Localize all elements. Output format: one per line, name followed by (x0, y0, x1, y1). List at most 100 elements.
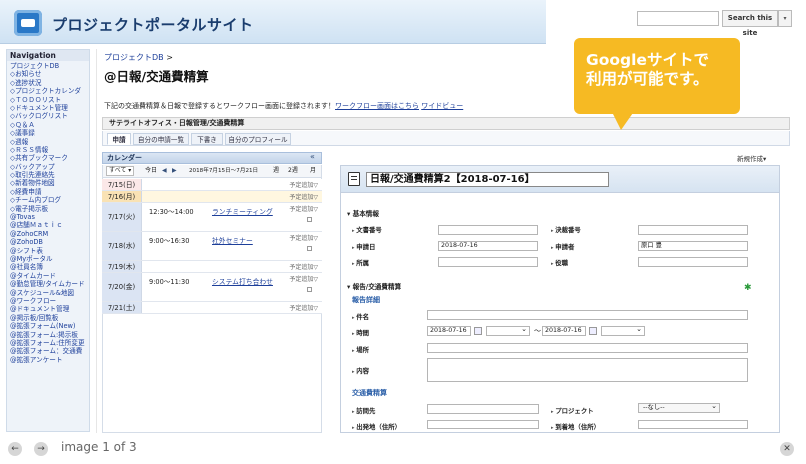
event-link[interactable]: 社外セミナー (212, 235, 253, 245)
sidebar-item[interactable]: ◇週報 (10, 138, 89, 146)
sidebar-item[interactable]: @ワークフロー (10, 297, 89, 305)
position-field[interactable] (638, 257, 748, 267)
calendar-row[interactable]: 7/20(金) 予定追加▽ 9:00〜11:30 システム打ち合わせ (102, 273, 322, 302)
add-event-link[interactable]: 予定追加▽ (289, 204, 318, 213)
sidebar-item[interactable]: ◇経費申請 (10, 188, 89, 196)
sidebar-item[interactable]: ◇バックアップ (10, 163, 89, 171)
calendar-date[interactable]: 7/16(月) (102, 191, 142, 202)
add-event-link[interactable]: 予定追加▽ (289, 303, 318, 312)
sidebar-item[interactable]: @シフト表 (10, 247, 89, 255)
tab-drafts[interactable]: 下書き (191, 133, 223, 145)
depart-field[interactable] (427, 420, 539, 429)
two-week-view-button[interactable]: 2週 (288, 166, 298, 176)
site-logo-icon[interactable] (14, 10, 42, 36)
filter-select[interactable]: すべて ▾ (106, 166, 135, 176)
calendar-date[interactable]: 7/15(日) (102, 179, 142, 190)
time-to-date[interactable]: 2018-07-16 (542, 326, 586, 336)
month-view-button[interactable]: 月 (310, 166, 316, 176)
tab-my-applications[interactable]: 自分の申請一覧 (133, 133, 189, 145)
content-textarea[interactable] (427, 358, 748, 382)
add-event-link[interactable]: 予定追加▽ (289, 233, 318, 242)
sidebar-item[interactable]: ◇共有ブックマーク (10, 154, 89, 162)
new-create-button[interactable]: 新規作成▾ (737, 153, 766, 163)
dept-field[interactable] (438, 257, 538, 267)
sidebar-item[interactable]: ◇議事録 (10, 129, 89, 137)
approval-no-field[interactable] (638, 225, 748, 235)
place-field[interactable] (427, 343, 748, 353)
sidebar-item[interactable]: @Myポータル (10, 255, 89, 263)
prev-image-icon[interactable]: ← (8, 442, 22, 456)
calendar-row[interactable]: 7/16(月) 予定追加▽ (102, 191, 322, 203)
close-icon[interactable]: ✕ (780, 442, 794, 456)
apply-date-field[interactable]: 2018-07-16 (438, 241, 538, 251)
site-title[interactable]: プロジェクトポータルサイト (52, 14, 254, 35)
sidebar-item[interactable]: ◇取引先連絡先 (10, 171, 89, 179)
sidebar-item[interactable]: ◇プロジェクトカレンダ (10, 87, 89, 95)
applicant-field[interactable]: 原口 豊 (638, 241, 748, 251)
add-event-link[interactable]: 予定追加▽ (289, 180, 318, 189)
search-button[interactable]: Search this site (722, 10, 778, 37)
breadcrumb-link[interactable]: プロジェクトDB (104, 53, 164, 62)
sidebar-item[interactable]: @掲示板/回覧板 (10, 314, 89, 322)
sidebar-item[interactable]: ◇ＲＳＳ情報 (10, 146, 89, 154)
sidebar-item[interactable]: @スケジュール&地図 (10, 289, 89, 297)
week-view-button[interactable]: 週 (273, 166, 279, 176)
sidebar-item[interactable]: ◇ドキュメント管理 (10, 104, 89, 112)
sidebar-item[interactable]: @社員名簿 (10, 263, 89, 271)
subject-field[interactable] (427, 310, 748, 320)
sidebar-item[interactable]: ◇バックログリスト (10, 112, 89, 120)
sidebar-item[interactable]: @タイムカード (10, 272, 89, 280)
time-from-select[interactable] (486, 325, 530, 336)
sidebar-item[interactable]: @店舗Ｍａｔｉｃ (10, 221, 89, 229)
calendar-row[interactable]: 7/17(火) 予定追加▽ 12:30〜14:00 ランチミーティング (102, 203, 322, 232)
calendar-date[interactable]: 7/19(木) (102, 261, 142, 272)
sidebar-item[interactable]: ◇新着物件地図 (10, 179, 89, 187)
sidebar-item[interactable]: @ZohoDB (10, 238, 89, 246)
today-button[interactable]: 今日 (145, 166, 157, 176)
sidebar-item[interactable]: @勤怠管理/タイムカード (10, 280, 89, 288)
add-event-link[interactable]: 予定追加▽ (289, 192, 318, 201)
calendar-date[interactable]: 7/20(金) (102, 273, 142, 301)
calendar-row[interactable]: 7/18(水) 予定追加▽ 9:00〜16:30 社外セミナー (102, 232, 322, 261)
calendar-row[interactable]: 7/15(日) 予定追加▽ (102, 179, 322, 191)
sidebar-item[interactable]: @拡張フォーム(New) (10, 322, 89, 330)
basic-info-header[interactable]: ▾ 基本情報 (347, 208, 379, 218)
event-link[interactable]: システム打ち合わせ (212, 276, 273, 286)
calendar-row[interactable]: 7/19(木) 予定追加▽ (102, 261, 322, 273)
arrive-field[interactable] (638, 420, 748, 429)
report-section-header[interactable]: ▾ 報告/交通費精算 (347, 281, 401, 291)
project-select[interactable]: --なし-- (638, 402, 720, 413)
calendar-picker-icon[interactable] (474, 327, 482, 335)
sidebar-item[interactable]: ◇進捗状況 (10, 79, 89, 87)
time-to-select[interactable] (601, 325, 645, 336)
sidebar-item[interactable]: @ZohoCRM (10, 230, 89, 238)
wideview-link[interactable]: ワイドビュー (421, 102, 463, 110)
sidebar-item[interactable]: ◇お知らせ (10, 70, 89, 78)
sidebar-item[interactable]: プロジェクトDB (10, 62, 89, 70)
form-title-input[interactable]: 日報/交通費精算2【2018-07-16】 (366, 172, 609, 187)
tab-profile[interactable]: 自分のプロフィール (225, 133, 291, 145)
visit-field[interactable] (427, 404, 539, 414)
add-icon[interactable]: ✱ (744, 283, 752, 293)
search-dropdown-icon[interactable]: ▾ (778, 10, 792, 27)
event-checkbox[interactable] (307, 287, 312, 292)
calendar-row[interactable]: 7/21(土) 予定追加▽ (102, 302, 322, 314)
calendar-date[interactable]: 7/17(火) (102, 203, 142, 231)
sidebar-item[interactable]: @Tovas (10, 213, 89, 221)
sidebar-item[interactable]: @拡張フォーム:掲示板 (10, 331, 89, 339)
collapse-icon[interactable]: « (310, 152, 315, 161)
search-input[interactable] (637, 11, 719, 26)
prev-week-icon[interactable]: ◀ (162, 166, 167, 176)
next-image-icon[interactable]: → (34, 442, 48, 456)
calendar-date[interactable]: 7/18(水) (102, 232, 142, 260)
add-event-link[interactable]: 予定追加▽ (289, 274, 318, 283)
sidebar-item[interactable]: @拡張フォーム:住所変更 (10, 339, 89, 347)
calendar-date[interactable]: 7/21(土) (102, 302, 142, 313)
sidebar-item[interactable]: ◇Ｑ＆Ａ (10, 121, 89, 129)
event-checkbox[interactable] (307, 246, 312, 251)
time-from-date[interactable]: 2018-07-16 (427, 326, 471, 336)
add-event-link[interactable]: 予定追加▽ (289, 262, 318, 271)
sidebar-item[interactable]: ◇電子掲示板 (10, 205, 89, 213)
sidebar-item[interactable]: @拡張アンケート (10, 356, 89, 364)
next-week-icon[interactable]: ▶ (172, 166, 177, 176)
